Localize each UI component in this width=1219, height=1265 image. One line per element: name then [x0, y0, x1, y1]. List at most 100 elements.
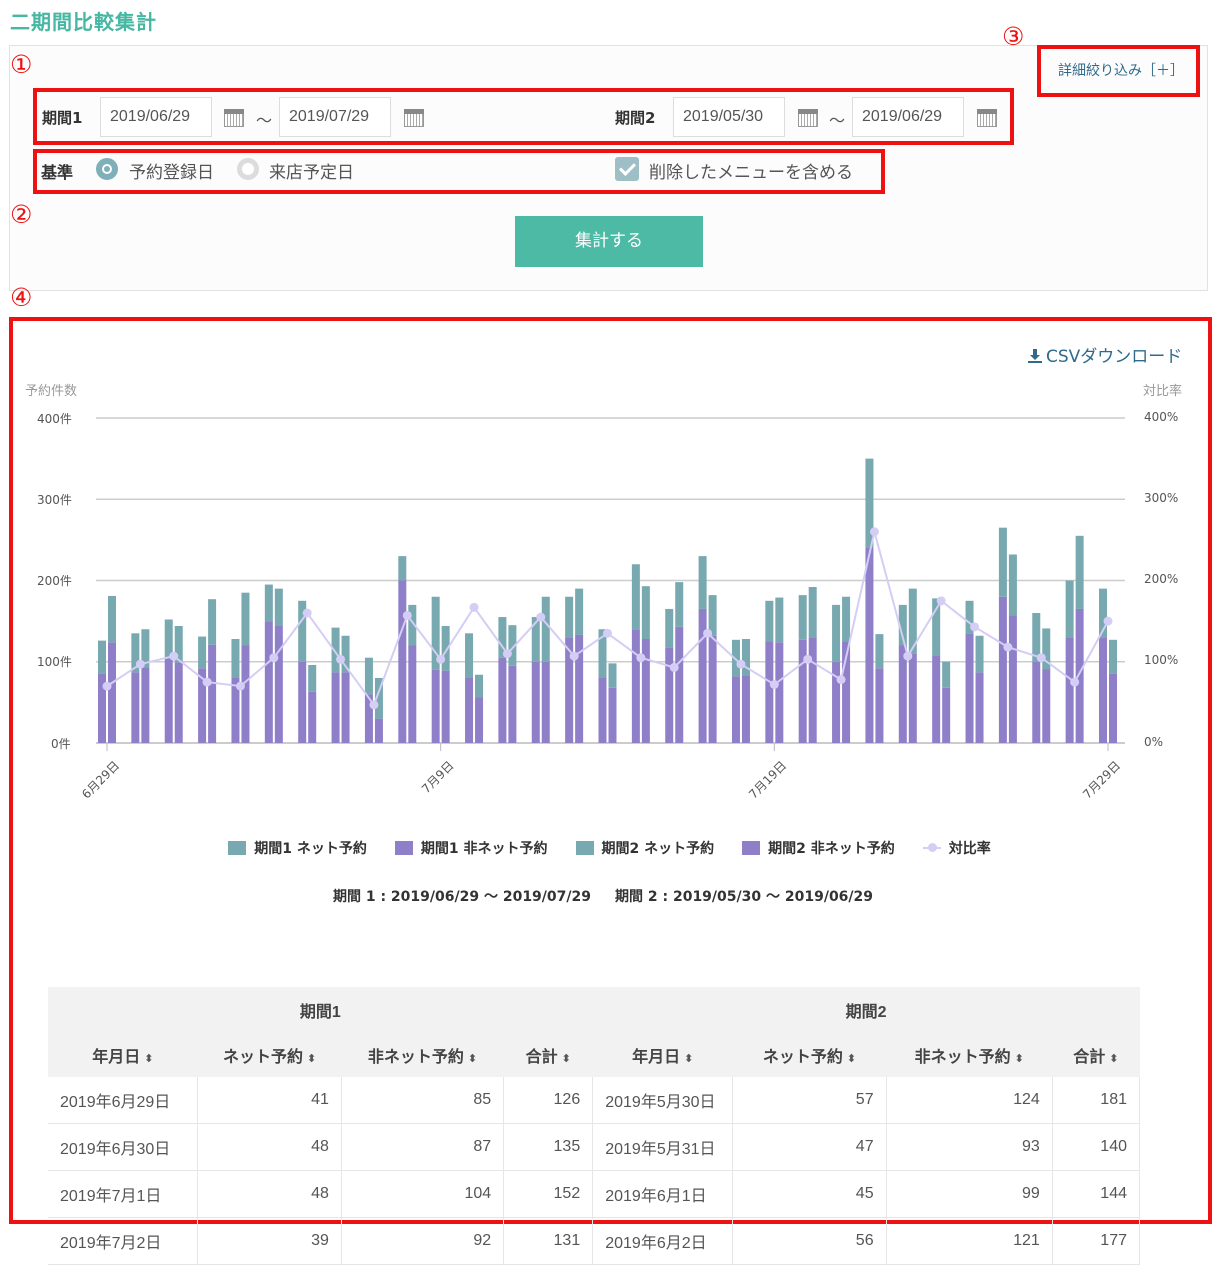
- column-header-label: 合計: [525, 1049, 558, 1066]
- bar-period2-non-net: [1008, 615, 1017, 743]
- bar-period2-non-net: [374, 718, 383, 743]
- bar-period2-non-net: [341, 672, 350, 743]
- legend-item[interactable]: 期間2 ネット予約: [575, 838, 715, 858]
- table-row: 2019年6月30日 48 87 135 2019年5月31日 47 93 140: [48, 1123, 1141, 1171]
- table-cell: 92: [341, 1217, 505, 1265]
- bar-period1-non-net: [665, 647, 674, 743]
- chart-legend: 期間1 ネット予約 期間1 非ネット予約 期間2 ネット予約 期間2 非ネット予…: [0, 838, 1219, 858]
- bar-period2-net: [208, 599, 217, 645]
- bar-period2-net: [808, 587, 817, 638]
- ratio-point: [903, 651, 913, 661]
- ratio-point: [102, 681, 112, 691]
- column-header[interactable]: ネット予約 ⬍: [732, 1033, 887, 1077]
- bar-period2-net: [775, 597, 784, 643]
- column-header[interactable]: 年月日 ⬍: [48, 1033, 198, 1077]
- bar-period2-non-net: [675, 626, 684, 743]
- comparison-chart: [96, 417, 1125, 751]
- table-cell: 126: [503, 1077, 594, 1124]
- ratio-point: [803, 654, 813, 664]
- bar-period1-net: [665, 608, 674, 648]
- bar-period2-non-net: [141, 667, 150, 743]
- ratio-point: [836, 675, 846, 685]
- bar-period1-non-net: [164, 658, 173, 743]
- legend-label: 期間2 ネット予約: [601, 841, 715, 857]
- bar-period2-net: [541, 596, 550, 662]
- bar-period2-net: [641, 586, 650, 639]
- bar-period2-non-net: [308, 691, 317, 743]
- table-cell: 47: [732, 1123, 887, 1171]
- column-header[interactable]: 年月日 ⬍: [592, 1033, 733, 1077]
- bar-period1-net: [264, 584, 273, 622]
- sort-icon[interactable]: ⬍: [1015, 1053, 1024, 1065]
- sort-icon[interactable]: ⬍: [847, 1053, 856, 1065]
- bar-period1-non-net: [698, 608, 707, 743]
- table-cell: 45: [732, 1170, 887, 1218]
- bar-period2-net: [675, 582, 684, 627]
- ratio-point: [436, 654, 446, 664]
- legend-label: 期間2 非ネット予約: [768, 841, 895, 857]
- ratio-point: [1036, 653, 1046, 663]
- bar-period2-non-net: [808, 637, 817, 743]
- bar-period2-non-net: [741, 675, 750, 743]
- bar-period1-net: [698, 556, 707, 609]
- sort-icon[interactable]: ⬍: [307, 1053, 316, 1065]
- sort-icon[interactable]: ⬍: [144, 1053, 153, 1065]
- table-row: 2019年6月29日 41 85 126 2019年5月30日 57 124 181: [48, 1077, 1141, 1124]
- ratio-point: [202, 677, 212, 687]
- table-cell: 121: [886, 1217, 1053, 1265]
- column-header[interactable]: 合計 ⬍: [503, 1033, 593, 1077]
- table-cell: 41: [197, 1077, 342, 1124]
- legend-label: 対比率: [948, 841, 991, 857]
- ratio-point: [235, 681, 245, 691]
- bar-period1-net: [98, 640, 106, 674]
- ratio-point: [269, 653, 279, 663]
- sort-icon[interactable]: ⬍: [468, 1053, 477, 1065]
- legend-swatch: [394, 841, 413, 855]
- bar-period2-non-net: [408, 645, 417, 743]
- bar-period2-non-net: [274, 625, 283, 743]
- bar-period1-net: [765, 600, 774, 642]
- group-header-period1: 期間1: [48, 987, 593, 1033]
- bar-period1-non-net: [1065, 637, 1074, 743]
- table-cell: 99: [886, 1170, 1053, 1218]
- bar-period1-non-net: [264, 621, 273, 743]
- legend-item[interactable]: 対比率: [922, 838, 991, 858]
- legend-item[interactable]: 期間1 ネット予約: [228, 838, 367, 858]
- bar-period2-non-net: [541, 661, 550, 743]
- bar-period2-non-net: [942, 687, 951, 743]
- column-header[interactable]: 非ネット予約 ⬍: [886, 1033, 1053, 1077]
- column-header[interactable]: ネット予約 ⬍: [197, 1033, 342, 1077]
- column-header-label: ネット予約: [762, 1049, 843, 1066]
- period2-summary: 期間 2 : 2019/05/30 ～ 2019/06/29: [615, 889, 874, 905]
- bar-period1-non-net: [631, 629, 640, 743]
- sort-icon[interactable]: ⬍: [684, 1053, 693, 1065]
- legend-item[interactable]: 期間2 非ネット予約: [742, 838, 895, 858]
- bar-period2-net: [975, 635, 984, 673]
- column-header-label: ネット予約: [222, 1049, 303, 1066]
- bar-period1-non-net: [431, 669, 440, 743]
- bar-period1-non-net: [465, 678, 474, 743]
- bar-period2-net: [842, 596, 851, 642]
- bar-period2-non-net: [775, 642, 784, 743]
- ratio-point: [669, 662, 679, 672]
- sort-icon[interactable]: ⬍: [1109, 1053, 1118, 1065]
- bar-period2-net: [1109, 639, 1117, 674]
- legend-label: 期間1 非ネット予約: [420, 841, 548, 857]
- table-cell: 2019年5月31日: [592, 1123, 734, 1171]
- legend-item[interactable]: 期間1 非ネット予約: [394, 838, 548, 858]
- ratio-point: [603, 628, 612, 638]
- bar-period2-net: [575, 588, 584, 635]
- column-header[interactable]: 合計 ⬍: [1052, 1033, 1140, 1077]
- column-header[interactable]: 非ネット予約 ⬍: [341, 1033, 504, 1077]
- table-cell: 2019年7月2日: [48, 1217, 199, 1265]
- ratio-point: [1103, 616, 1113, 626]
- ratio-point: [569, 651, 579, 661]
- table-cell: 140: [1052, 1123, 1141, 1171]
- ratio-point: [135, 659, 145, 669]
- table-cell: 2019年6月30日: [48, 1123, 199, 1171]
- ratio-point: [636, 653, 646, 663]
- table-cell: 131: [503, 1217, 594, 1265]
- bar-period2-net: [308, 665, 317, 692]
- sort-icon[interactable]: ⬍: [562, 1053, 571, 1065]
- bar-period1-non-net: [1099, 637, 1107, 743]
